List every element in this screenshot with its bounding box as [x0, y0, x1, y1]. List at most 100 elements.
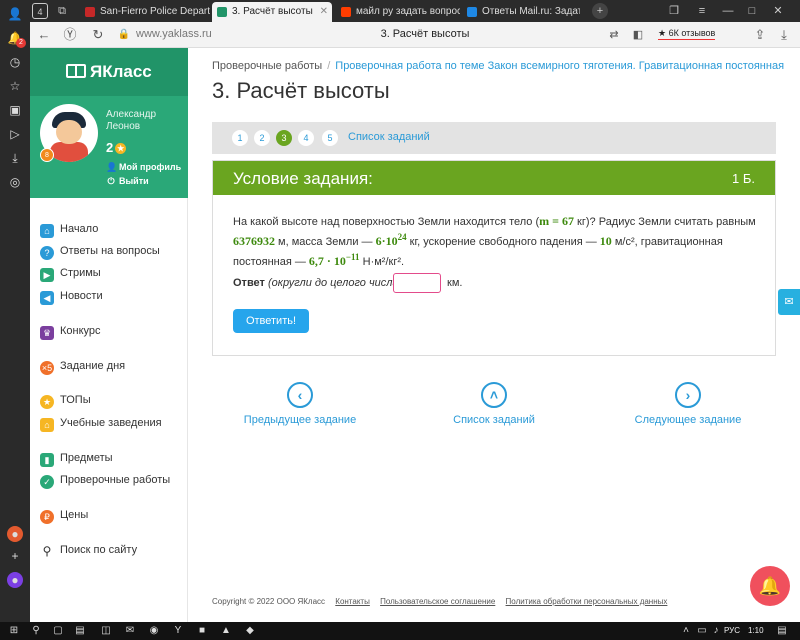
- sidebar-item-tops[interactable]: ★ ТОПы: [40, 392, 91, 409]
- play-icon: ▶: [40, 268, 54, 282]
- maximize-icon[interactable]: □: [744, 3, 760, 19]
- sidebar-item-tests[interactable]: ✓ Проверочные работы: [40, 472, 170, 489]
- media-icon[interactable]: ▷: [7, 126, 23, 142]
- tray-chevron-icon[interactable]: ˄: [680, 625, 692, 637]
- discord-icon[interactable]: ◉: [148, 625, 160, 637]
- minimize-icon[interactable]: —: [720, 3, 736, 19]
- mail-icon[interactable]: ✉: [124, 625, 136, 637]
- prev-task-link[interactable]: ‹ Предыдущее задание: [220, 382, 380, 426]
- sidebar-item-daily-task[interactable]: ×5 Задание дня: [40, 358, 126, 375]
- page-1-button[interactable]: 1: [232, 130, 248, 146]
- address-page-title: 3. Расчёт высоты: [380, 28, 470, 40]
- tab-active-task[interactable]: 3. Расчёт высоты ✕: [212, 2, 332, 22]
- page-4-button[interactable]: 4: [298, 130, 314, 146]
- protect-icon[interactable]: Ⓨ: [62, 27, 78, 43]
- notification-center-icon[interactable]: ▤: [776, 625, 788, 637]
- breadcrumb-root[interactable]: Проверочные работы: [212, 60, 322, 72]
- logout-link[interactable]: ⏻ Выйти: [106, 176, 148, 187]
- store-icon[interactable]: ◫: [100, 625, 112, 637]
- tab-title: San-Fierro Police Departan: [100, 6, 210, 17]
- page-3-button[interactable]: 3: [276, 130, 292, 146]
- sidebar-item-label: Задание дня: [60, 360, 126, 372]
- screenshot-icon[interactable]: ◎: [7, 174, 23, 190]
- mail-favicon: [467, 7, 477, 17]
- url-field[interactable]: www.yaklass.ru: [136, 28, 212, 40]
- tab-mail-search[interactable]: майл ру задать вопрос —: [336, 2, 460, 22]
- history-icon[interactable]: ◷: [7, 54, 23, 70]
- sidebar-item-news[interactable]: ◀ Новости: [40, 288, 103, 305]
- network-icon[interactable]: ▭: [696, 625, 708, 637]
- downloads-icon[interactable]: ⤓: [776, 27, 792, 43]
- home-tab-button[interactable]: 4: [32, 3, 48, 19]
- volume-icon[interactable]: ♪: [710, 625, 722, 637]
- close-window-icon[interactable]: ✕: [770, 3, 786, 19]
- bell-icon[interactable]: 🔔: [750, 566, 790, 606]
- task-pager: 1 2 3 4 5 Список заданий: [212, 122, 776, 154]
- sidebar-item-answers[interactable]: ? Ответы на вопросы: [40, 243, 160, 260]
- task-text-part: На какой высоте над поверхностью Земли н…: [233, 216, 540, 228]
- reviews-badge[interactable]: ★ 6К отзывов: [658, 28, 716, 40]
- sidebar-item-contest[interactable]: ♛ Конкурс: [40, 323, 101, 340]
- submit-answer-button[interactable]: Ответить!: [233, 309, 309, 333]
- explorer-icon[interactable]: ▤: [74, 625, 86, 637]
- sidebar-item-search[interactable]: ⚲ Поиск по сайту: [40, 542, 138, 558]
- collections-icon[interactable]: ▣: [7, 102, 23, 118]
- sidebar-item-prices[interactable]: ₽ Цены: [40, 507, 88, 524]
- search-icon[interactable]: ⚲: [30, 625, 42, 637]
- alice-icon[interactable]: ●: [7, 572, 23, 588]
- reload-icon[interactable]: ↻: [90, 27, 106, 43]
- next-task-link[interactable]: › Следующее задание: [608, 382, 768, 426]
- yandex-browser-icon[interactable]: Y: [172, 625, 184, 637]
- new-tab-button[interactable]: +: [592, 3, 608, 19]
- page-2-button[interactable]: 2: [254, 130, 270, 146]
- user-name[interactable]: Александр Леонов: [106, 109, 186, 133]
- footer-contacts-link[interactable]: Контакты: [335, 597, 370, 606]
- language-indicator[interactable]: РУС: [724, 626, 740, 635]
- clock[interactable]: 1:10: [748, 626, 764, 635]
- tab-mail-answers[interactable]: Ответы Mail.ru: Задать воп: [462, 2, 580, 22]
- add-panel-icon[interactable]: +: [7, 548, 23, 564]
- sidebar-item-streams[interactable]: ▶ Стримы: [40, 265, 101, 282]
- my-profile-link[interactable]: 👤 Мой профиль: [106, 162, 181, 173]
- answer-input[interactable]: [393, 273, 441, 293]
- app-icon[interactable]: ◆: [244, 625, 256, 637]
- sidebar-item-home[interactable]: ⌂ Начало: [40, 221, 98, 238]
- power-icon: ⏻: [107, 176, 115, 186]
- site-logo[interactable]: ЯКласс: [66, 62, 152, 82]
- menu-icon[interactable]: ≡: [694, 3, 710, 19]
- footer-privacy-link[interactable]: Политика обработки персональных данных: [506, 597, 668, 606]
- task-view-icon[interactable]: ▢: [52, 625, 64, 637]
- police-favicon: [85, 7, 95, 17]
- reader-icon[interactable]: ◧: [630, 27, 646, 43]
- new-window-icon[interactable]: ⧉: [54, 3, 70, 19]
- windows-start-icon[interactable]: ⊞: [8, 625, 20, 637]
- media-icon[interactable]: ■: [196, 625, 208, 637]
- chevron-left-icon: ‹: [287, 382, 313, 408]
- sidebar-item-label: Новости: [60, 290, 103, 302]
- back-icon[interactable]: ←: [36, 27, 52, 43]
- tab-manager-icon[interactable]: ❐: [666, 3, 682, 19]
- x5-icon: ×5: [40, 361, 54, 375]
- page-5-button[interactable]: 5: [322, 130, 338, 146]
- breadcrumb-link[interactable]: Проверочная работа по теме Закон всемирн…: [335, 60, 784, 72]
- game-icon[interactable]: ▲: [220, 625, 232, 637]
- translate-icon[interactable]: ⇄: [606, 27, 622, 43]
- task-list-nav-link[interactable]: ˄ Список заданий: [414, 382, 574, 426]
- bookmarks-icon[interactable]: ☆: [7, 78, 23, 94]
- tab-police[interactable]: San-Fierro Police Departan: [80, 2, 210, 22]
- share-icon[interactable]: ⇪: [752, 27, 768, 43]
- tab-title: майл ру задать вопрос —: [356, 6, 460, 17]
- feedback-mail-icon[interactable]: ✉: [778, 289, 800, 315]
- sidebar-item-label: Стримы: [60, 267, 101, 279]
- footer-terms-link[interactable]: Пользовательское соглашение: [380, 597, 495, 606]
- profile-icon[interactable]: 👤: [7, 6, 23, 22]
- app-icon[interactable]: ●: [7, 526, 23, 542]
- sidebar-item-subjects[interactable]: ▮ Предметы: [40, 450, 113, 467]
- downloads-icon[interactable]: ⤓: [7, 150, 23, 166]
- sidebar: ЯКласс 8 Александр Леонов 2 ★ 👤 Мой профил…: [30, 48, 188, 622]
- megaphone-icon: ◀: [40, 291, 54, 305]
- close-tab-icon[interactable]: ✕: [320, 2, 328, 22]
- task-list-link[interactable]: Список заданий: [348, 131, 430, 143]
- sidebar-item-schools[interactable]: ⌂ Учебные заведения: [40, 415, 162, 432]
- answer-label: Ответ (округли до целого числа):: [233, 277, 405, 289]
